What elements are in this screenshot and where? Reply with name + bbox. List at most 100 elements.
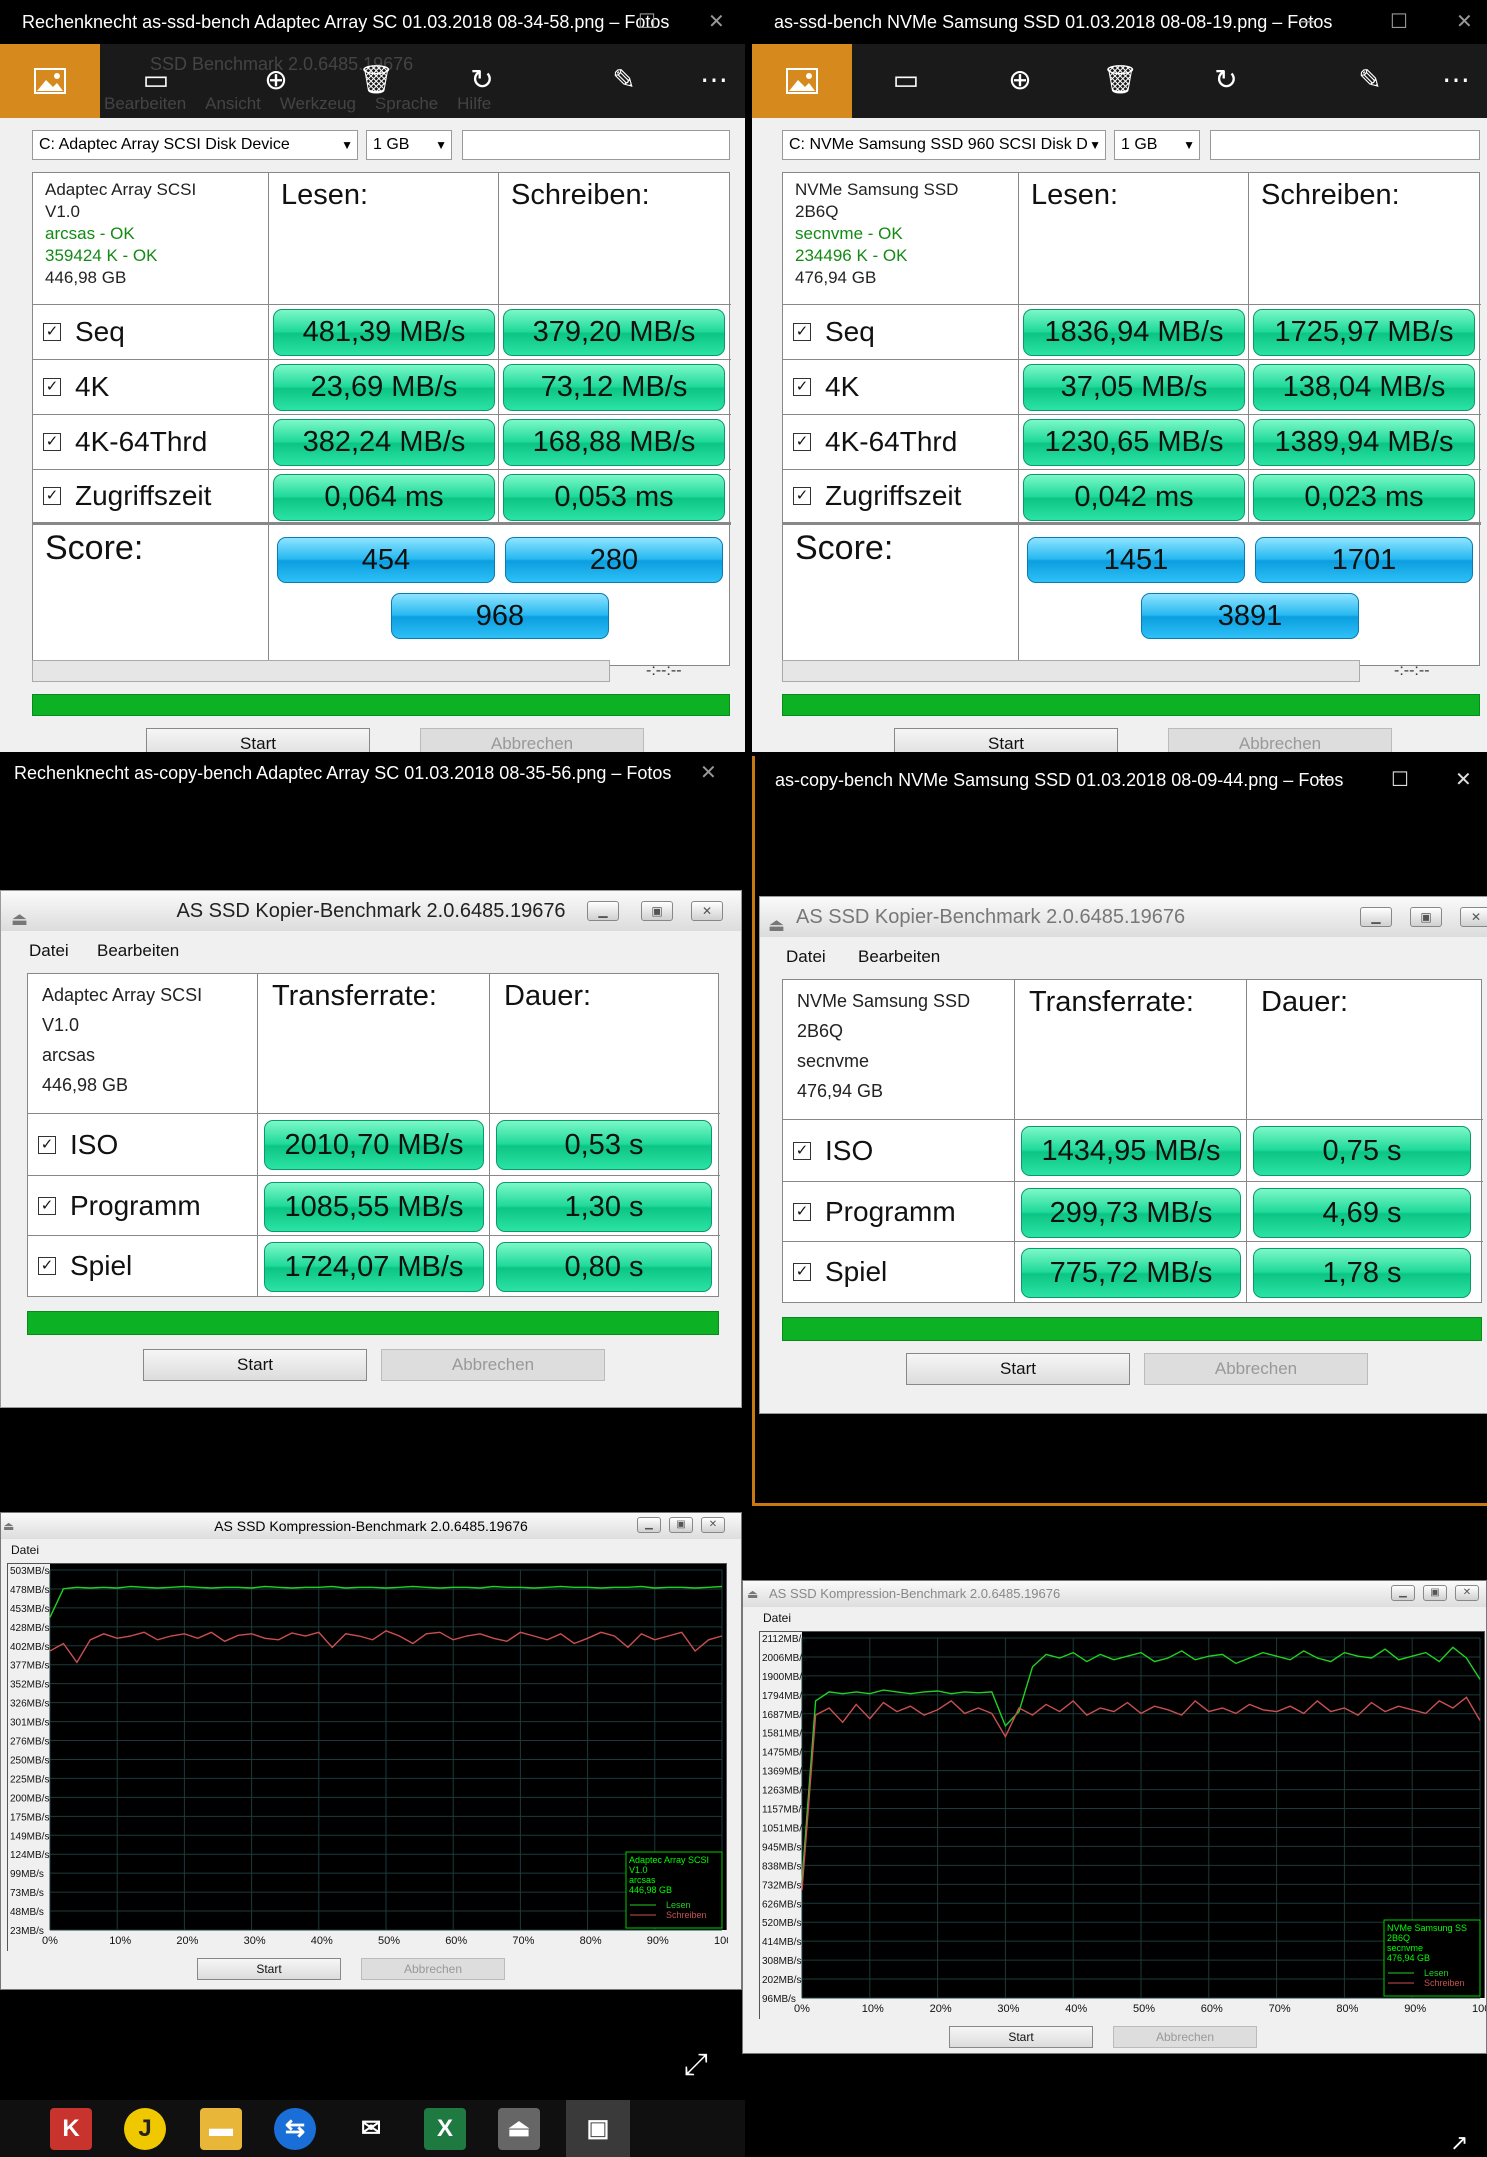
checkbox-4k[interactable]: ✓ [793,378,811,396]
expand-icon-2[interactable]: ↗ [1450,2130,1468,2156]
window-title-bar[interactable]: as-copy-bench NVMe Samsung SSD 01.03.201… [755,756,1487,804]
drive-select[interactable]: C: Adaptec Array SCSI Disk Device ▼ [32,130,358,160]
kaspersky-icon[interactable]: K [50,2108,92,2150]
checkbox-seq[interactable]: ✓ [43,323,61,341]
window-title-bar[interactable]: as-ssd-bench NVMe Samsung SSD 01.03.2018… [752,0,1487,44]
slideshow-icon[interactable]: ▭ [882,56,930,104]
menu-datei[interactable]: Datei [763,1611,791,1625]
menu-datei[interactable]: Datei [11,1543,39,1557]
row-programm[interactable]: ✓ Programm [28,1176,258,1236]
minimize-button[interactable]: ▁ [587,901,619,921]
row-4k64[interactable]: ✓ 4K-64Thrd [783,415,1019,470]
excel-icon[interactable]: X [424,2108,466,2150]
mail-icon[interactable]: ✉ [350,2108,392,2150]
minimize-button[interactable]: ▁ [1391,1585,1415,1601]
minimize-button[interactable]: ─ [1319,756,1333,804]
close-button[interactable]: ✕ [708,0,725,44]
start-button[interactable]: Start [197,1958,341,1980]
abort-button[interactable]: Abbrechen [1144,1353,1368,1385]
checkbox-programm[interactable]: ✓ [793,1202,811,1221]
close-button[interactable]: ✕ [1460,907,1487,927]
close-button[interactable]: ✕ [691,901,723,921]
row-4k[interactable]: ✓ 4K [33,360,269,415]
minimize-button[interactable]: ─ [1300,0,1314,44]
checkbox-access[interactable]: ✓ [793,487,811,505]
menu-bearbeiten[interactable]: Bearbeiten [97,941,179,961]
more-icon[interactable]: ⋯ [1432,56,1480,104]
delete-icon[interactable]: 🗑 [1096,56,1144,104]
start-button[interactable]: Start [894,728,1118,752]
row-seq[interactable]: ✓ Seq [33,305,269,360]
close-button[interactable]: ✕ [700,752,717,794]
row-programm[interactable]: ✓ Programm [783,1182,1015,1242]
menu-datei[interactable]: Datei [786,947,826,967]
edit-icon[interactable]: ✎ [1346,56,1394,104]
teamviewer-icon[interactable]: ⇆ [274,2108,316,2150]
close-button[interactable]: ✕ [1456,0,1473,44]
start-button[interactable]: Start [949,2026,1093,2048]
rotate-icon[interactable]: ↻ [1202,56,1250,104]
drive-select[interactable]: C: NVMe Samsung SSD 960 SCSI Disk D ▼ [782,130,1106,160]
start-button[interactable]: Start [906,1353,1130,1385]
image-icon[interactable] [0,44,100,118]
checkbox-spiel[interactable]: ✓ [793,1263,811,1281]
checkbox-iso[interactable]: ✓ [38,1135,56,1154]
checkbox-4k64[interactable]: ✓ [793,433,811,451]
abort-button[interactable]: Abbrechen [420,728,644,752]
folder-icon[interactable]: ▬ [200,2108,242,2150]
minimize-button[interactable]: ▁ [637,1517,661,1533]
edit-icon[interactable]: ✎ [600,56,648,104]
window-title-bar[interactable]: Rechenknecht as-ssd-bench Adaptec Array … [0,0,745,44]
row-iso[interactable]: ✓ ISO [28,1114,258,1176]
close-button[interactable]: ✕ [1455,1585,1479,1601]
maximize-button[interactable]: ☐ [1391,756,1409,804]
row-access[interactable]: ✓ Zugriffszeit [33,470,269,525]
row-spiel[interactable]: ✓ Spiel [783,1242,1015,1302]
size-select[interactable]: 1 GB ▼ [366,130,452,160]
close-button[interactable]: ✕ [1455,756,1472,804]
row-4k[interactable]: ✓ 4K [783,360,1019,415]
compression-title-bar[interactable]: ⏏ AS SSD Kompression-Benchmark 2.0.6485.… [1,1513,741,1539]
start-button[interactable]: Start [146,728,370,752]
photos-icon[interactable]: ▣ [566,2100,630,2157]
maximize-button[interactable]: ▣ [1423,1585,1447,1601]
checkbox-iso[interactable]: ✓ [793,1141,811,1160]
menu-bearbeiten[interactable]: Bearbeiten [858,947,940,967]
close-button[interactable]: ✕ [701,1517,725,1533]
menu-datei[interactable]: Datei [29,941,69,961]
empty-field[interactable] [1210,130,1480,160]
maximize-button[interactable]: ☐ [638,0,656,44]
row-iso[interactable]: ✓ ISO [783,1120,1015,1182]
maximize-button[interactable]: ▣ [641,901,673,921]
j-app-icon[interactable]: J [124,2108,166,2150]
abort-button[interactable]: Abbrechen [1113,2026,1257,2048]
size-select[interactable]: 1 GB ▼ [1114,130,1200,160]
checkbox-programm[interactable]: ✓ [38,1196,56,1215]
copy-bench-title-bar[interactable]: ⏏ AS SSD Kopier-Benchmark 2.0.6485.19676… [760,897,1487,937]
row-4k64[interactable]: ✓ 4K-64Thrd [33,415,269,470]
row-access[interactable]: ✓ Zugriffszeit [783,470,1019,525]
checkbox-access[interactable]: ✓ [43,487,61,505]
window-title-bar[interactable]: Rechenknecht as-copy-bench Adaptec Array… [0,752,745,794]
row-spiel[interactable]: ✓ Spiel [28,1236,258,1296]
more-icon[interactable]: ⋯ [690,56,738,104]
as-ssd-icon[interactable]: ⏏ [498,2108,540,2150]
checkbox-4k[interactable]: ✓ [43,378,61,396]
expand-icon[interactable]: ⤢ [684,2048,708,2082]
checkbox-4k64[interactable]: ✓ [43,433,61,451]
row-seq[interactable]: ✓ Seq [783,305,1019,360]
start-button[interactable]: Start [143,1349,367,1381]
maximize-button[interactable]: ▣ [669,1517,693,1533]
compression-title-bar[interactable]: ⏏ AS SSD Kompression-Benchmark 2.0.6485.… [743,1581,1486,1607]
abort-button[interactable]: Abbrechen [1168,728,1392,752]
checkbox-seq[interactable]: ✓ [793,323,811,341]
abort-button[interactable]: Abbrechen [381,1349,605,1381]
zoom-icon[interactable]: ⊕ [996,56,1044,104]
checkbox-spiel[interactable]: ✓ [38,1257,56,1275]
maximize-button[interactable]: ▣ [1410,907,1442,927]
image-icon[interactable] [752,44,852,118]
empty-field[interactable] [462,130,730,160]
maximize-button[interactable]: ☐ [1390,0,1408,44]
copy-bench-title-bar[interactable]: ⏏ AS SSD Kopier-Benchmark 2.0.6485.19676… [1,891,741,931]
abort-button[interactable]: Abbrechen [361,1958,505,1980]
